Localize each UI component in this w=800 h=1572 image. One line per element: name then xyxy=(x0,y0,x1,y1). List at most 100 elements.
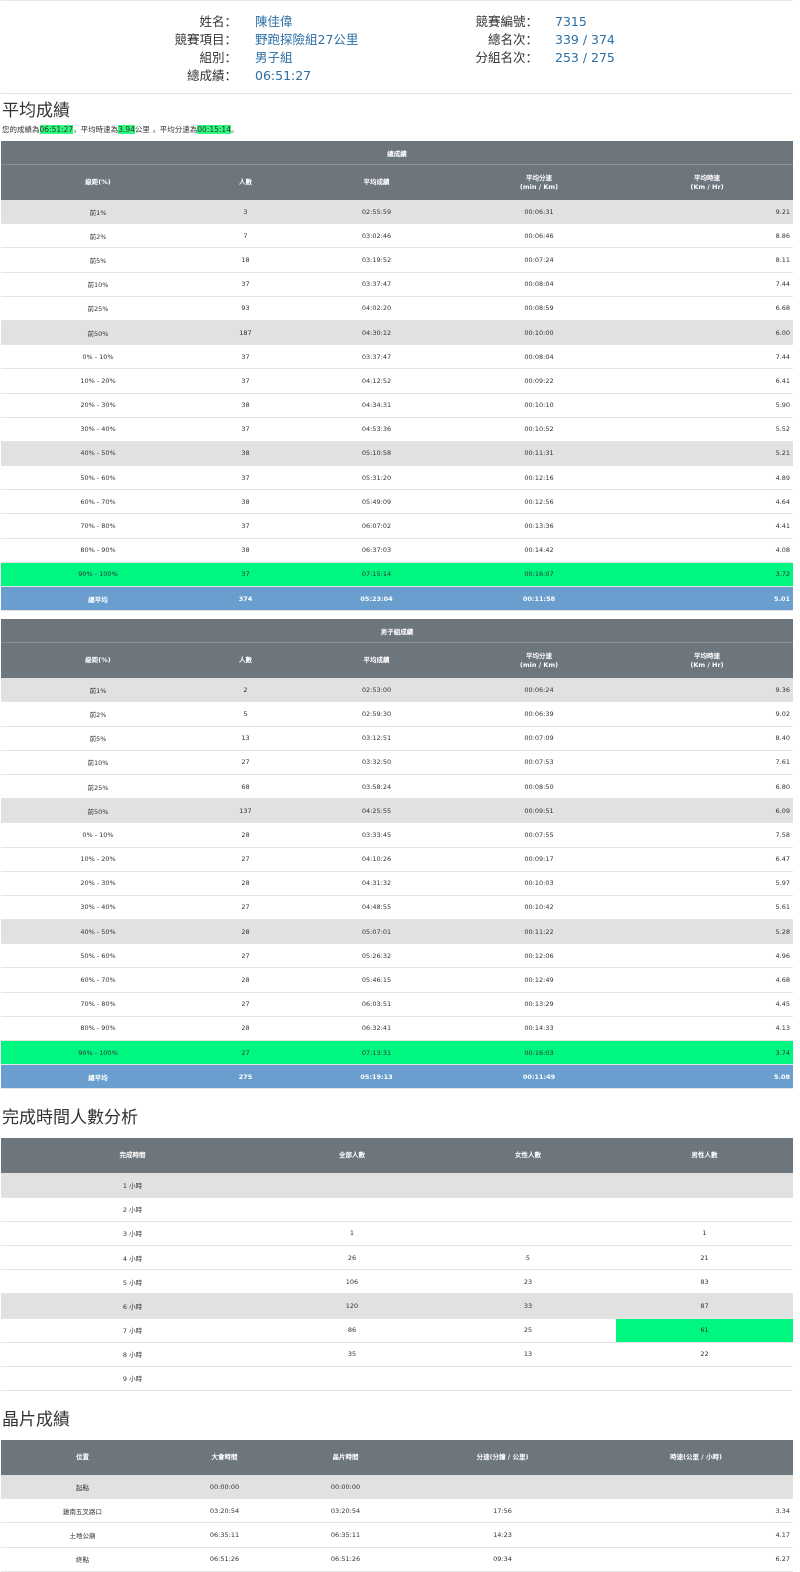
table-cell: 4.45 xyxy=(621,992,793,1017)
table-cell: 6 小時 xyxy=(1,1293,264,1319)
table-cell xyxy=(264,1197,440,1222)
overall-rank-row: 總名次： 339 / 374 xyxy=(401,31,615,48)
table-cell: 06:35:11 xyxy=(164,1522,285,1548)
table-cell: 40% - 50% xyxy=(1,441,195,467)
male-results-table: 男子組成績 級距(%) 人數 平均成績 平均分速 (min / Km) 平均時速 (Km / … xyxy=(1,619,793,1090)
table-cell: 00:12:06 xyxy=(457,943,621,969)
table-cell: 00:09:22 xyxy=(457,368,621,394)
table-cell: 7 xyxy=(195,223,296,249)
table-cell xyxy=(599,1475,793,1500)
table-cell: 00:08:04 xyxy=(457,344,621,370)
table-cell: 374 xyxy=(195,586,296,612)
table-cell: 04:48:55 xyxy=(296,895,457,921)
table-row: 8 小時 35 13 22 xyxy=(1,1342,793,1367)
column-header: 平均分速 (min / Km) xyxy=(457,642,621,679)
table-cell: 05:46:15 xyxy=(296,967,457,993)
table-cell: 5.90 xyxy=(621,393,794,418)
table-cell: 03:37:47 xyxy=(296,344,457,370)
table-cell: 4.41 xyxy=(621,513,794,539)
table-cell xyxy=(406,1475,599,1500)
table-cell xyxy=(264,1366,440,1392)
table-cell: 3 小時 xyxy=(1,1221,264,1246)
table-cell: 00:11:31 xyxy=(457,441,621,467)
column-header: 完成時間 xyxy=(1,1138,264,1174)
table-cell: 37 xyxy=(195,562,296,588)
column-header: 男性人數 xyxy=(616,1138,793,1174)
table-cell: 70% - 80% xyxy=(1,513,195,539)
column-header: 人數 xyxy=(195,642,296,679)
table-cell: 前25% xyxy=(1,296,195,321)
table-cell: 4 小時 xyxy=(1,1245,264,1271)
table-cell: 00:09:51 xyxy=(457,798,621,824)
table-cell: 04:10:26 xyxy=(296,847,457,872)
table-cell: 前50% xyxy=(1,798,195,824)
event-row: 競賽項目： 野跑探險組27公里 xyxy=(1,31,358,48)
table-cell: 9 小時 xyxy=(1,1366,264,1392)
group-label: 組別： xyxy=(199,50,237,65)
table-row: 0% - 10% 37 03:37:47 00:08:04 7.44 xyxy=(1,344,794,370)
table-cell: 7.44 xyxy=(621,344,794,370)
table-cell: 25 xyxy=(440,1318,616,1343)
table-cell: 00:08:59 xyxy=(457,296,621,321)
table-row: 80% - 90% 28 06:32:41 00:14:33 4.13 xyxy=(1,1016,793,1042)
table-cell: 05:19:13 xyxy=(296,1064,457,1090)
table-cell: 05:10:58 xyxy=(296,441,457,467)
group-name: 男子組 xyxy=(255,50,293,65)
table-cell: 03:12:51 xyxy=(296,726,457,751)
table-cell: 09:34 xyxy=(406,1547,599,1572)
table-cell: 00:06:39 xyxy=(457,701,621,727)
table-row: 70% - 80% 27 06:03:51 00:13:29 4.45 xyxy=(1,992,793,1017)
bib-label: 競賽編號： xyxy=(475,14,538,29)
table-cell: 00:10:03 xyxy=(457,871,621,896)
table-cell: 6.41 xyxy=(621,368,794,394)
table-cell xyxy=(616,1173,793,1198)
table-cell: 7.61 xyxy=(621,750,793,775)
table-cell: 6.47 xyxy=(621,847,793,872)
table-row: 起點 00:00:00 00:00:00 xyxy=(1,1475,793,1500)
table-cell: 4.64 xyxy=(621,489,794,515)
table-cell: 17:56 xyxy=(406,1498,599,1524)
table-cell: 03:58:24 xyxy=(296,774,457,800)
table-row: 10% - 20% 27 04:10:26 00:09:17 6.47 xyxy=(1,847,793,872)
table-cell: 38 xyxy=(195,489,296,515)
table-cell: 00:12:16 xyxy=(457,465,621,491)
table-cell: 10% - 20% xyxy=(1,368,195,394)
column-header: 平均時速 (Km / Hr) xyxy=(621,164,794,200)
table-row: 30% - 40% 37 04:53:36 00:10:52 5.52 xyxy=(1,417,794,442)
table-cell: 4.89 xyxy=(621,465,794,491)
group-rank-row: 分組名次： 253 / 275 xyxy=(401,49,615,66)
table-row: 30% - 40% 27 04:48:55 00:10:42 5.61 xyxy=(1,895,793,921)
table-cell: 7.58 xyxy=(621,822,793,848)
table-row: 2 小時 xyxy=(1,1197,793,1222)
group-rank: 253 / 275 xyxy=(555,50,615,65)
overall-results-table: 總成績 級距(%) 人數 平均成績 平均分速 (min / Km) 平均時速 (Km / Hr… xyxy=(1,141,794,612)
table-cell: 87 xyxy=(616,1293,793,1319)
finish-time-table: 完成時間 全部人數 女性人數 男性人數 1 小時 2 小時 3 小時 1 1 4 小時 26 5 21 5… xyxy=(1,1138,793,1392)
table-cell: 00:00:00 xyxy=(285,1475,406,1500)
table-cell: 35 xyxy=(264,1342,440,1367)
table-cell: 28 xyxy=(195,1016,296,1042)
column-header: 平均成績 xyxy=(296,642,457,679)
table-cell: 0% - 10% xyxy=(1,822,195,848)
table-cell: 03:02:46 xyxy=(296,223,457,249)
column-header: 晶片時間 xyxy=(285,1440,406,1476)
table-cell: 04:53:36 xyxy=(296,417,457,442)
table-cell: 38 xyxy=(195,393,296,418)
table-cell: 86 xyxy=(264,1318,440,1343)
table-cell: 80% - 90% xyxy=(1,1016,195,1042)
section-title-average: 平均成績 xyxy=(2,101,70,121)
column-header: 全部人數 xyxy=(264,1138,440,1174)
table-row: 40% - 50% 38 05:10:58 00:11:31 5.21 xyxy=(1,441,794,467)
table-row: 80% - 90% 38 06:37:03 00:14:42 4.08 xyxy=(1,538,794,563)
note-speed-highlight: 3.94 xyxy=(118,125,135,134)
table-cell: 27 xyxy=(195,992,296,1017)
name-label: 姓名： xyxy=(199,14,237,29)
table-cell: 6.09 xyxy=(621,798,793,824)
table-cell: 27 xyxy=(195,750,296,775)
table-cell: 00:07:24 xyxy=(457,247,621,273)
table-cell: 00:14:33 xyxy=(457,1016,621,1042)
table-cell: 雞南五叉路口 xyxy=(1,1498,164,1524)
table-cell: 03:19:52 xyxy=(296,247,457,273)
table-row: 雞南五叉路口 03:20:54 03:20:54 17:56 3.34 xyxy=(1,1498,793,1524)
table-cell: 3.74 xyxy=(621,1040,793,1066)
